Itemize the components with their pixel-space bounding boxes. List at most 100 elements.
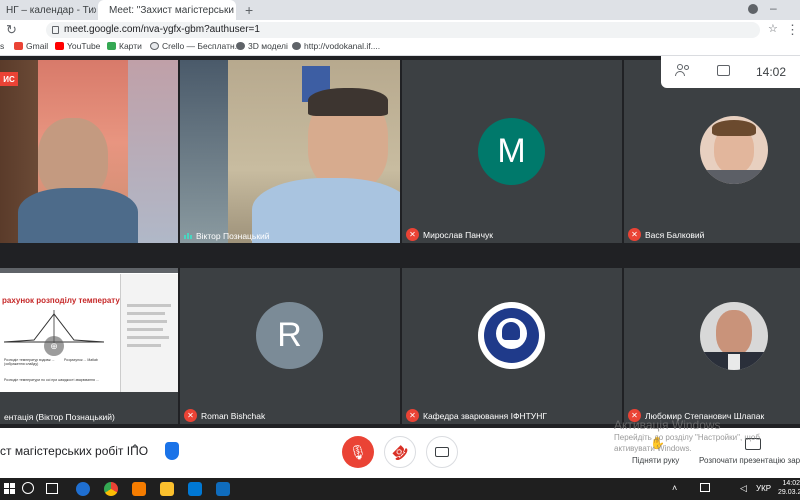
meeting-title[interactable]: ст магістерських робіт ІПО (0, 444, 148, 458)
task-view-icon[interactable] (46, 483, 58, 494)
participant-name: Віктор Познацький (196, 231, 270, 241)
slide-title: рахунок розподілу температур (2, 296, 125, 305)
video-tile-3[interactable]: M ✕ Мирослав Панчук (402, 60, 622, 243)
tile-name: ✕ Вася Балковий (628, 228, 704, 241)
department-logo (478, 302, 545, 369)
language-indicator[interactable]: УКР (756, 484, 771, 493)
windows-start-icon[interactable] (4, 483, 16, 495)
minimize-icon[interactable]: – (770, 1, 777, 15)
participant-name: Мирослав Панчук (423, 229, 494, 240)
participant-face (38, 118, 108, 198)
profile-icon[interactable] (748, 4, 758, 14)
bookmark-s[interactable]: s (0, 41, 4, 51)
video-tile-7[interactable]: ✕ Кафедра зварювання ІФНТУНГ (402, 268, 622, 424)
browser-tab-strip: НГ – календар - Тиждень × Meet: "Захист … (0, 0, 800, 20)
chevron-up-icon[interactable]: ⌃ (130, 442, 140, 456)
mic-off-icon: ✕ (184, 409, 197, 422)
video-tile-6[interactable]: R ✕ Roman Bishchak (180, 268, 400, 424)
clock: 14:02 (756, 65, 787, 79)
hangup-button[interactable]: ☎ (384, 436, 416, 468)
bookmark-maps[interactable]: Карти (107, 41, 142, 51)
avatar (700, 302, 768, 370)
video-tile-1[interactable]: ИС (0, 60, 178, 243)
app-icon[interactable] (132, 482, 146, 496)
tile-name: ✕ Roman Bishchak (184, 409, 265, 422)
camera-toggle-button[interactable] (426, 436, 458, 468)
participant-shirt (18, 188, 138, 243)
slide-text-left: Розподіл температур вздовж ... (зображен… (4, 358, 55, 366)
lock-icon (52, 26, 59, 34)
slide-side-panel (120, 274, 178, 392)
edge-text: Б (792, 77, 798, 86)
taskbar-time: 14:02 (782, 480, 800, 487)
taskbar-date: 29.03.2 (778, 489, 800, 496)
participant-name: ентація (Віктор Познацький) (4, 412, 115, 422)
slide-text-right: Розрахунок ... Matlab (64, 358, 98, 362)
video-tile-presentation[interactable]: рахунок розподілу температур ⊕ Розподіл … (0, 268, 178, 424)
network-icon[interactable] (700, 483, 710, 492)
avatar (700, 116, 768, 184)
participant-hoodie (252, 178, 400, 243)
address-bar-row: ↻ meet.google.com/nva-ygfx-gbm?authuser=… (0, 20, 800, 40)
bookmark-3d[interactable]: 3D моделі (236, 41, 288, 51)
video-tile-2[interactable]: Віктор Познацький (180, 60, 400, 243)
youtube-icon (55, 42, 64, 50)
tile-badge: ИС (0, 72, 18, 86)
slide-page: рахунок розподілу температур ⊕ Розподіл … (0, 274, 125, 392)
hand-icon[interactable]: ✋ (650, 436, 665, 450)
tab-calendar-label: НГ – календар - Тиждень (6, 4, 96, 16)
tile-name: ✕ Любомир Степанович Шлапак (628, 409, 764, 422)
mail-icon[interactable] (216, 482, 230, 496)
chevron-up-icon[interactable]: ˄ (672, 483, 677, 493)
store-icon[interactable] (188, 482, 202, 496)
participant-name: Любомир Степанович Шлапак (645, 410, 765, 421)
meet-controls-bar: ст магістерських робіт ІПО ⌃ 🎙︎ ☎ ✋ Підн… (0, 428, 800, 478)
slide-text-bottom: Розподіл температури по осі при швидкост… (4, 378, 99, 382)
bookmark-youtube[interactable]: YouTube (55, 41, 100, 51)
tile-name: ✕ Мирослав Панчук (406, 228, 493, 241)
video-tile-8[interactable]: ✕ Любомир Степанович Шлапак (624, 268, 800, 424)
url-field[interactable]: meet.google.com/nva-ygfx-gbm?authuser=1 (46, 22, 760, 38)
globe-icon (292, 42, 301, 50)
avatar: R (256, 302, 323, 369)
chat-icon[interactable] (717, 65, 730, 76)
search-icon[interactable] (22, 482, 34, 494)
tab-meet[interactable]: Meet: "Захист магістерськи × (98, 0, 236, 20)
participant-name: Roman Bishchak (201, 410, 266, 421)
shield-icon[interactable] (165, 442, 179, 460)
mic-toggle-button[interactable]: 🎙︎ (342, 436, 374, 468)
phone-hangup-icon: ☎ (388, 440, 413, 465)
pin-icon[interactable]: ⊕ (44, 336, 64, 356)
taskbar-clock[interactable]: 14:02 29.03.2 (778, 479, 800, 497)
globe-icon (236, 42, 245, 50)
video-camera-icon (435, 447, 449, 457)
windows-taskbar: ˄ ◁ УКР 14:02 29.03.2 (0, 478, 800, 500)
chrome-icon[interactable] (104, 482, 118, 496)
folder-icon[interactable] (160, 482, 174, 496)
star-icon[interactable]: ☆ (768, 22, 778, 35)
meeting-info-panel: 14:02 (661, 56, 800, 88)
new-tab-button[interactable]: + (245, 2, 253, 18)
bookmark-vodokanal[interactable]: http://vodokanal.if.... (292, 41, 380, 51)
speaker-icon[interactable]: ◁ (740, 483, 747, 494)
bookmarks-bar: s Gmail YouTube Карти Crello — Бесплатн.… (0, 40, 800, 56)
raise-hand-label[interactable]: Підняти руку (632, 456, 679, 465)
edge-icon[interactable] (76, 482, 90, 496)
bookmark-crello[interactable]: Crello — Бесплатн... (150, 41, 242, 51)
menu-icon[interactable]: ⋮ (786, 22, 799, 38)
mic-off-icon: ✕ (406, 228, 419, 241)
people-icon[interactable] (675, 64, 691, 78)
back-icon[interactable]: ↻ (6, 22, 17, 38)
tab-calendar[interactable]: НГ – календар - Тиждень × (0, 0, 96, 20)
present-label[interactable]: Розпочати презентацію зара (699, 456, 800, 465)
door-background (180, 60, 228, 243)
mic-off-icon: ✕ (628, 409, 641, 422)
meet-stage: ИС Віктор Познацький M ✕ Мирослав Панчук (0, 56, 800, 428)
crello-icon (150, 42, 159, 50)
bookmark-gmail[interactable]: Gmail (14, 41, 48, 51)
tile-name: ✕ Кафедра зварювання ІФНТУНГ (406, 409, 547, 422)
present-screen-icon[interactable] (745, 438, 761, 450)
participant-hair (308, 88, 388, 116)
tile-name: Віктор Познацький (184, 231, 270, 241)
participant-name: Вася Балковий (645, 229, 705, 240)
